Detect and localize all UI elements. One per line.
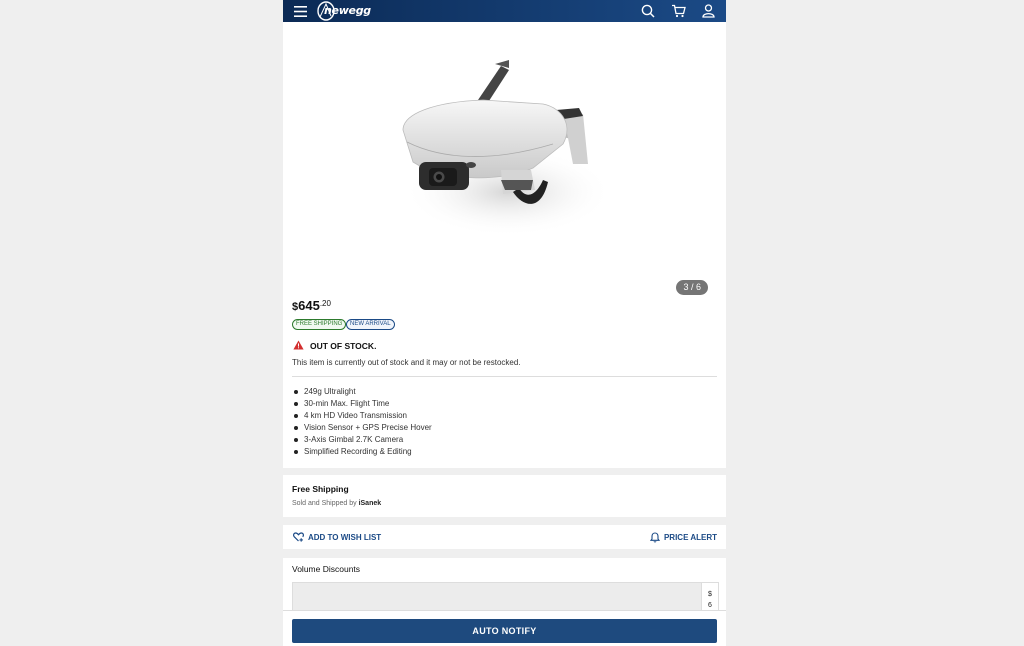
volume-discounts-card: Volume Discounts $ 6 [283, 558, 726, 619]
account-icon[interactable] [699, 2, 717, 20]
newegg-logo[interactable]: newegg [316, 1, 371, 21]
price-alert-label: PRICE ALERT [663, 533, 717, 542]
new-arrival-badge: NEW ARRIVAL [346, 319, 395, 330]
price-dollars: 645 [298, 298, 320, 313]
price-alert-button[interactable]: PRICE ALERT [649, 532, 717, 543]
top-header: newegg [283, 0, 726, 22]
shipping-title: Free Shipping [292, 484, 349, 494]
feature-item: Vision Sensor + GPS Precise Hover [292, 422, 432, 434]
auto-notify-button[interactable]: AUTO NOTIFY [292, 619, 717, 643]
heart-plus-icon [293, 532, 304, 542]
warning-icon [293, 340, 304, 352]
bell-icon [649, 532, 660, 543]
feature-text: 3-Axis Gimbal 2.7K Camera [304, 435, 404, 444]
feature-list: 249g Ultralight 30-min Max. Flight Time … [292, 386, 432, 458]
divider [292, 376, 717, 377]
cell-currency: $ [708, 591, 712, 598]
seller-name[interactable]: iSanek [359, 500, 382, 507]
feature-item: Simplified Recording & Editing [292, 446, 432, 458]
out-of-stock-message: This item is currently out of stock and … [292, 358, 521, 367]
product-card: 3 / 6 $645.20 FREE SHIPPING NEW ARRIVAL … [283, 22, 726, 468]
out-of-stock-notice: OUT OF STOCK. [293, 340, 376, 352]
free-shipping-badge: FREE SHIPPING [292, 319, 347, 330]
bullet-icon [294, 414, 298, 418]
image-counter: 3 / 6 [676, 280, 708, 295]
cart-icon[interactable] [669, 2, 687, 20]
menu-icon[interactable] [291, 2, 309, 20]
out-of-stock-title: OUT OF STOCK. [310, 341, 377, 351]
feature-item: 4 km HD Video Transmission [292, 410, 432, 422]
feature-text: 30-min Max. Flight Time [304, 399, 390, 408]
feature-text: Simplified Recording & Editing [304, 447, 412, 456]
bullet-icon [294, 402, 298, 406]
bottom-action-bar: AUTO NOTIFY [283, 610, 726, 646]
shipping-card: Free Shipping Sold and Shipped by iSanek [283, 475, 726, 517]
product-image[interactable] [383, 52, 643, 252]
wish-list-label: ADD TO WISH LIST [308, 532, 382, 542]
search-icon[interactable] [639, 2, 657, 20]
actions-card: ADD TO WISH LIST PRICE ALERT [283, 525, 726, 549]
price-cents: .20 [319, 299, 331, 308]
feature-text: 4 km HD Video Transmission [304, 411, 407, 420]
bullet-icon [294, 450, 298, 454]
product-price: $645.20 [292, 298, 331, 313]
bullet-icon [294, 438, 298, 442]
feature-item: 249g Ultralight [292, 386, 432, 398]
feature-text: Vision Sensor + GPS Precise Hover [304, 423, 432, 432]
add-to-wish-list-button[interactable]: ADD TO WISH LIST [293, 532, 381, 542]
feature-item: 3-Axis Gimbal 2.7K Camera [292, 434, 432, 446]
bullet-icon [294, 390, 298, 394]
bullet-icon [294, 426, 298, 430]
feature-item: 30-min Max. Flight Time [292, 398, 432, 410]
feature-text: 249g Ultralight [304, 387, 356, 396]
volume-discounts-title: Volume Discounts [292, 564, 361, 574]
logo-text: newegg [324, 4, 371, 17]
seller-info: Sold and Shipped by iSanek [292, 500, 381, 507]
page-column: newegg 3 / 6 $645.20 FREE SHIPPING NEW A… [283, 0, 726, 646]
sold-by-prefix: Sold and Shipped by [292, 500, 357, 507]
